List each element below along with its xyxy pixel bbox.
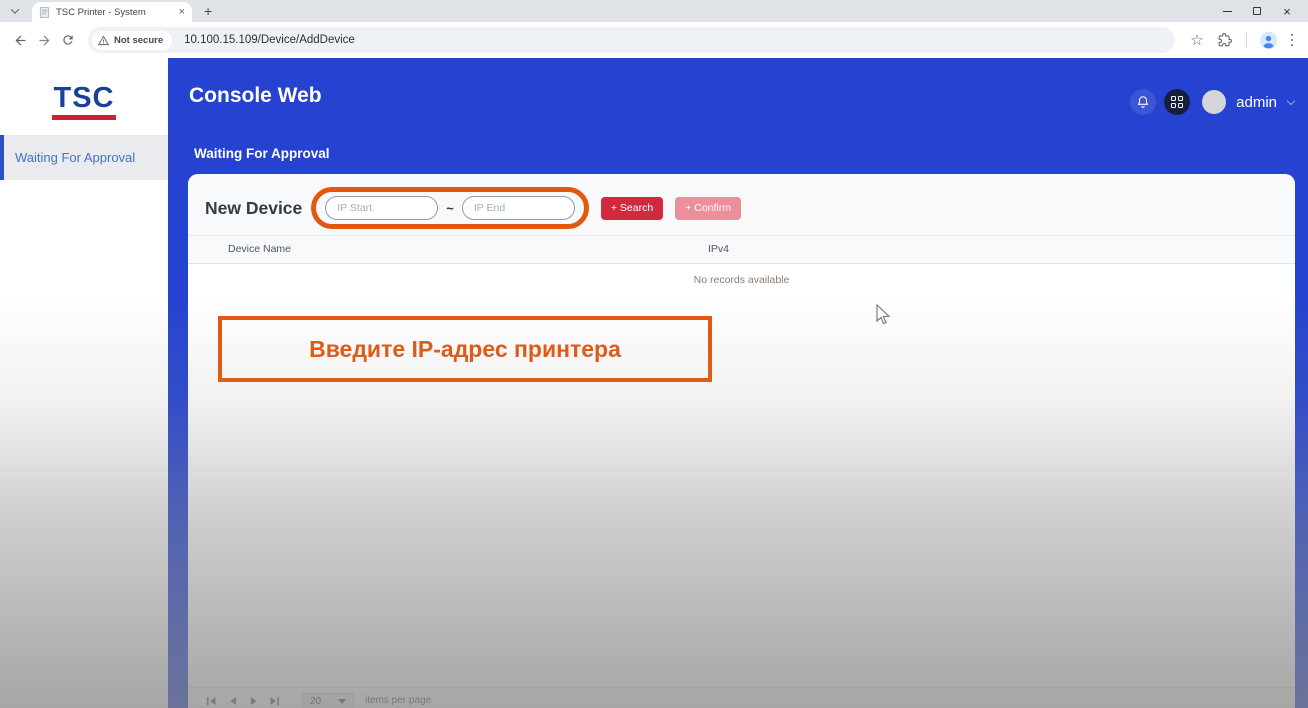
minimize-icon [1222, 10, 1232, 12]
mouse-cursor [876, 304, 891, 325]
close-icon: × [1283, 3, 1291, 19]
bell-icon [1138, 96, 1149, 108]
maximize-button[interactable] [1242, 0, 1272, 22]
address-bar[interactable]: Not secure 10.100.15.109/Device/AddDevic… [88, 27, 1175, 53]
confirm-button[interactable]: + Confirm [675, 196, 742, 220]
select-caret-icon [338, 699, 346, 704]
warning-icon [98, 34, 109, 45]
table-header: Device Name IPv4 [188, 235, 1295, 263]
sidebar-item-waiting-for-approval[interactable]: Waiting For Approval [0, 135, 168, 180]
not-secure-label: Not secure [114, 34, 164, 46]
tsc-logo: TSC [51, 84, 117, 120]
username-label: admin [1236, 93, 1277, 111]
tab-close-icon[interactable]: × [179, 6, 185, 18]
close-button[interactable]: × [1272, 0, 1302, 22]
window-controls: × [1212, 0, 1302, 22]
profile-button[interactable] [1256, 28, 1280, 52]
page-title: Waiting For Approval [194, 146, 330, 161]
browser-menu-button[interactable] [1284, 33, 1300, 47]
tab-favicon-icon [39, 6, 50, 18]
main-area: Console Web admin Waiting For Approval N… [168, 58, 1308, 708]
first-page-icon [207, 697, 216, 705]
pagination-bar: 20 items per page [188, 687, 1295, 708]
annotation-text: Введите IP-адрес принтера [309, 335, 621, 362]
apps-grid-icon [1171, 96, 1184, 108]
previous-page-icon [230, 697, 236, 705]
tsc-logo-text: TSC [53, 82, 115, 114]
browser-titlebar: TSC Printer - System × + × [0, 0, 1308, 22]
ip-range-highlight: ~ [311, 187, 589, 229]
items-per-page-label: items per page [365, 695, 432, 706]
last-page-button[interactable] [264, 693, 285, 708]
extensions-button[interactable] [1213, 28, 1237, 52]
next-page-button[interactable] [243, 693, 264, 708]
first-page-button[interactable] [201, 693, 222, 708]
forward-icon [39, 35, 49, 45]
back-icon [15, 35, 25, 45]
table-empty-message: No records available [693, 274, 790, 286]
previous-page-button[interactable] [222, 693, 243, 708]
maximize-icon [1253, 7, 1261, 15]
tab-title: TSC Printer - System [56, 6, 146, 18]
new-device-toolbar: New Device ~ + Search + Confirm [188, 174, 1295, 235]
annotation-box: Введите IP-адрес принтера [218, 316, 712, 382]
new-tab-button[interactable]: + [204, 3, 212, 19]
user-avatar[interactable] [1202, 90, 1227, 114]
sidebar: TSC Waiting For Approval [0, 58, 168, 708]
column-ipv4: IPv4 [708, 243, 730, 255]
notifications-button[interactable] [1130, 89, 1157, 115]
star-icon: ☆ [1190, 32, 1204, 49]
user-menu-chevron-icon[interactable] [1286, 96, 1296, 105]
toolbar-divider [1246, 32, 1247, 48]
range-separator: ~ [446, 200, 454, 216]
browser-toolbar: Not secure 10.100.15.109/Device/AddDevic… [0, 22, 1308, 58]
back-button[interactable] [8, 28, 32, 52]
page-size-select[interactable]: 20 [302, 693, 354, 708]
tab-search-button[interactable] [6, 2, 24, 20]
tsc-logo-underline [52, 115, 116, 120]
apps-button[interactable] [1164, 89, 1191, 115]
next-page-icon [250, 697, 256, 705]
sidebar-item-label: Waiting For Approval [15, 150, 136, 165]
search-button[interactable]: + Search [600, 196, 664, 220]
puzzle-icon [1218, 33, 1232, 47]
reload-icon [63, 35, 73, 45]
bookmark-button[interactable]: ☆ [1185, 28, 1209, 52]
page-content: TSC Waiting For Approval Console Web adm… [0, 58, 1308, 708]
last-page-icon [270, 697, 279, 705]
ip-end-input[interactable] [461, 196, 575, 220]
page-size-value: 20 [310, 696, 322, 707]
url-text: 10.100.15.109/Device/AddDevice [184, 34, 355, 46]
content-card: New Device ~ + Search + Confirm Device N… [188, 174, 1295, 708]
column-device-name: Device Name [228, 243, 292, 255]
forward-button[interactable] [32, 28, 56, 52]
grid-head-section: New Device ~ + Search + Confirm Device N… [188, 174, 1295, 264]
section-title: New Device [205, 197, 303, 218]
browser-window: TSC Printer - System × + × Not secure 10… [0, 0, 1308, 708]
chevron-down-icon [10, 5, 20, 14]
minimize-button[interactable] [1212, 0, 1242, 22]
browser-tab[interactable]: TSC Printer - System × [32, 2, 192, 22]
profile-icon [1259, 31, 1277, 49]
site-security-chip[interactable]: Not secure [92, 30, 173, 50]
reload-button[interactable] [56, 28, 80, 52]
ip-start-input[interactable] [325, 196, 439, 220]
toolbar-right: ☆ [1185, 28, 1300, 52]
header-actions: admin [1130, 89, 1296, 115]
